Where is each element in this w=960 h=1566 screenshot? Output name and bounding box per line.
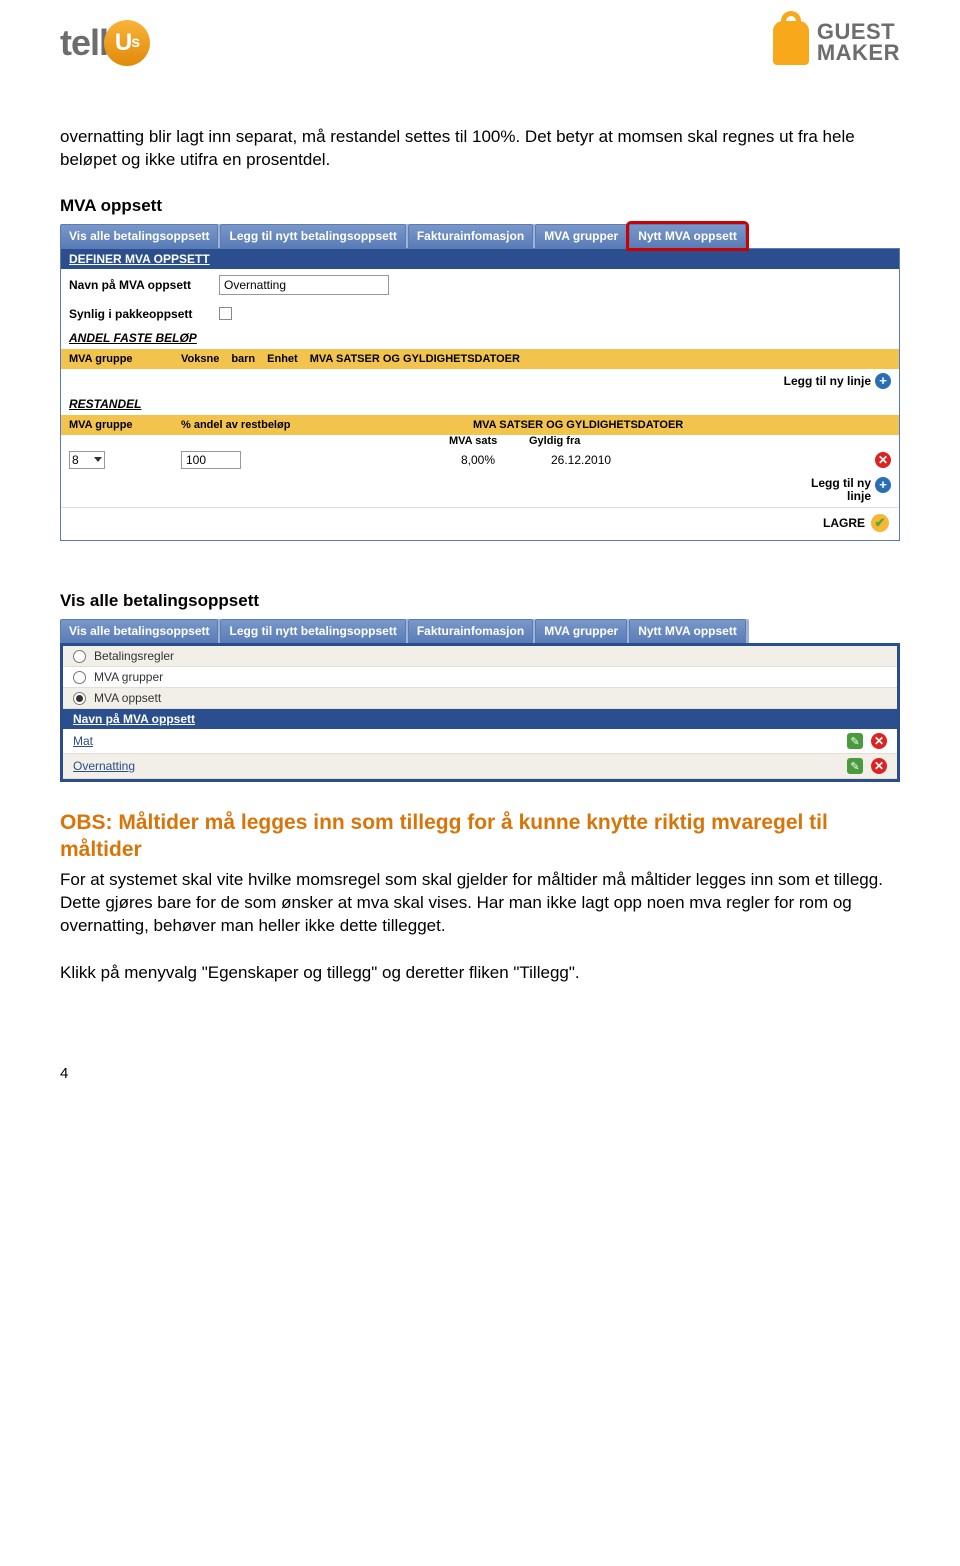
obs-body2: Klikk på menyvalg "Egenskaper og tillegg… <box>60 962 900 985</box>
delete-icon[interactable]: ✕ <box>871 733 887 749</box>
obs-heading: OBS: Måltider må legges inn som tillegg … <box>60 810 900 863</box>
visible-row: Synlig i pakkeoppsett <box>61 301 899 327</box>
col-gruppe: MVA gruppe <box>69 353 169 365</box>
add-line-1[interactable]: Legg til ny linje + <box>61 369 899 393</box>
chevron-down-icon <box>94 457 102 462</box>
name-input[interactable]: Overnatting <box>219 275 389 295</box>
gyldig-value: 26.12.2010 <box>551 453 611 467</box>
tab-legg-til[interactable]: Legg til nytt betalingsoppsett <box>220 224 405 248</box>
col2-satser: MVA SATSER OG GYLDIGHETSDATOER <box>473 419 683 431</box>
logo-circle: Us <box>104 20 150 66</box>
list-panel: Betalingsregler MVA grupper MVA oppsett … <box>60 643 900 782</box>
delete-icon[interactable]: ✕ <box>871 758 887 774</box>
gm-text: GUEST MAKER <box>817 22 900 64</box>
edit-icon[interactable]: ✎ <box>847 758 863 774</box>
andel-input[interactable]: 100 <box>181 451 241 469</box>
edit-icon[interactable]: ✎ <box>847 733 863 749</box>
delete-icon[interactable]: ✕ <box>875 452 891 468</box>
col-satser: MVA SATSER OG GYLDIGHETSDATOER <box>310 353 520 365</box>
tabs-bar-2: Vis alle betalingsoppsett Legg til nytt … <box>60 619 900 643</box>
obs-body: For at systemet skal vite hvilke momsreg… <box>60 869 900 938</box>
name-row: Navn på MVA oppsett Overnatting <box>61 269 899 301</box>
section1-title: MVA oppsett <box>60 196 900 216</box>
col2-gyldig: Gyldig fra <box>529 435 580 447</box>
link-overnatting[interactable]: Overnatting <box>73 759 135 773</box>
list-row-mat: Mat ✎ ✕ <box>63 729 897 754</box>
logo-text: tell <box>60 22 108 64</box>
guestmaker-logo: GUEST MAKER <box>773 21 900 65</box>
panel-header-definer: DEFINER MVA OPPSETT <box>61 249 899 269</box>
visible-label: Synlig i pakkeoppsett <box>69 307 209 321</box>
col2-andel: % andel av restbeløp <box>181 419 461 431</box>
intro-paragraph: overnatting blir lagt inn separat, må re… <box>60 126 900 172</box>
save-row: LAGRE ✔ <box>61 507 899 540</box>
tab2-nytt-mva[interactable]: Nytt MVA oppsett <box>629 619 746 643</box>
list-row-overnatting: Overnatting ✎ ✕ <box>63 754 897 779</box>
tab2-legg-til[interactable]: Legg til nytt betalingsoppsett <box>220 619 405 643</box>
visible-checkbox[interactable] <box>219 307 232 320</box>
col-voksne: Voksne <box>181 353 219 365</box>
plus-icon: + <box>875 373 891 389</box>
radio-icon <box>73 692 86 705</box>
cols1: MVA gruppe Voksne barn Enhet MVA SATSER … <box>61 349 899 369</box>
tab-mva-grupper[interactable]: MVA grupper <box>535 224 627 248</box>
plus-icon: + <box>875 477 891 493</box>
col2-sats: MVA sats <box>449 435 529 447</box>
page-header: tell Us GUEST MAKER <box>60 20 900 66</box>
tab-vis-alle[interactable]: Vis alle betalingsoppsett <box>60 224 218 248</box>
mva-panel: DEFINER MVA OPPSETT Navn på MVA oppsett … <box>60 248 900 541</box>
save-label: LAGRE <box>823 516 865 530</box>
lock-icon <box>773 21 809 65</box>
radio-mva-oppsett[interactable]: MVA oppsett <box>63 688 897 709</box>
link-mat[interactable]: Mat <box>73 734 93 748</box>
save-button[interactable]: ✔ <box>871 514 889 532</box>
radio-icon <box>73 650 86 663</box>
tab2-faktura[interactable]: Fakturainfomasjon <box>408 619 533 643</box>
section2-title: Vis alle betalingsoppsett <box>60 591 900 611</box>
radio-icon <box>73 671 86 684</box>
gruppe-select[interactable]: 8 <box>69 451 105 469</box>
radio-betalingsregler[interactable]: Betalingsregler <box>63 646 897 667</box>
add-line-2[interactable]: Legg til ny linje + <box>61 473 899 507</box>
tab-faktura[interactable]: Fakturainfomasjon <box>408 224 533 248</box>
tab2-mva-grupper[interactable]: MVA grupper <box>535 619 627 643</box>
rest-heading: RESTANDEL <box>61 393 899 415</box>
page-number: 4 <box>60 1065 900 1082</box>
col-enhet: Enhet <box>267 353 298 365</box>
cols2: MVA gruppe % andel av restbeløp MVA SATS… <box>61 415 899 435</box>
sats-value: 8,00% <box>461 453 541 467</box>
tellus-logo: tell Us <box>60 20 150 66</box>
col2-gruppe: MVA gruppe <box>69 419 169 431</box>
tab2-vis-alle[interactable]: Vis alle betalingsoppsett <box>60 619 218 643</box>
radio-mva-grupper[interactable]: MVA grupper <box>63 667 897 688</box>
name-label: Navn på MVA oppsett <box>69 278 209 292</box>
rest-row: 8 100 8,00% 26.12.2010 ✕ <box>61 447 899 473</box>
list-header: Navn på MVA oppsett <box>63 709 897 729</box>
tab-nytt-mva[interactable]: Nytt MVA oppsett <box>629 224 746 248</box>
tabs-bar-1: Vis alle betalingsoppsett Legg til nytt … <box>60 224 900 248</box>
col-barn: barn <box>231 353 255 365</box>
fixed-heading: ANDEL FASTE BELØP <box>61 327 899 349</box>
